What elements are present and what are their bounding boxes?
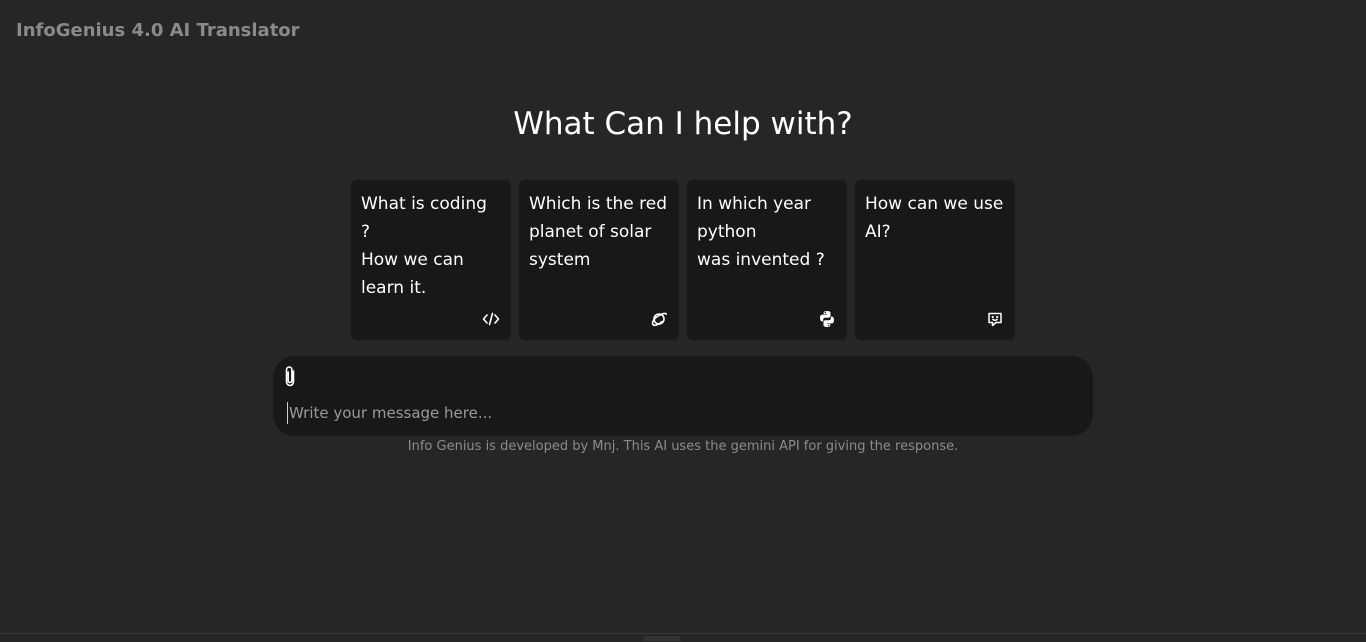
python-icon bbox=[818, 310, 836, 328]
page-headline: What Can I help with? bbox=[513, 106, 853, 142]
planet-icon bbox=[650, 310, 668, 328]
suggestion-card-text: In which year python was invented ? bbox=[697, 194, 825, 270]
footer-note: Info Genius is developed by Mnj. This AI… bbox=[407, 439, 959, 454]
message-composer bbox=[273, 356, 1093, 436]
suggestion-card-planet[interactable]: Which is the red planet of solar system bbox=[519, 180, 679, 340]
suggestion-card-text: How can we use AI? bbox=[865, 194, 1004, 242]
suggestion-card-text: Which is the red planet of solar system bbox=[529, 194, 667, 270]
suggestion-card-ai[interactable]: How can we use AI? bbox=[855, 180, 1015, 340]
app-title: InfoGenius 4.0 AI Translator bbox=[16, 20, 300, 41]
suggestion-cards: What is coding ? How we can learn it. Wh… bbox=[351, 180, 1015, 340]
message-input[interactable] bbox=[287, 402, 1069, 424]
paperclip-icon[interactable] bbox=[282, 364, 298, 388]
scroll-handle[interactable] bbox=[643, 636, 681, 641]
suggestion-card-text: What is coding ? How we can learn it. bbox=[361, 194, 487, 298]
suggestion-card-python[interactable]: In which year python was invented ? bbox=[687, 180, 847, 340]
chat-icon bbox=[986, 310, 1004, 328]
suggestion-card-coding[interactable]: What is coding ? How we can learn it. bbox=[351, 180, 511, 340]
code-icon bbox=[482, 310, 500, 328]
